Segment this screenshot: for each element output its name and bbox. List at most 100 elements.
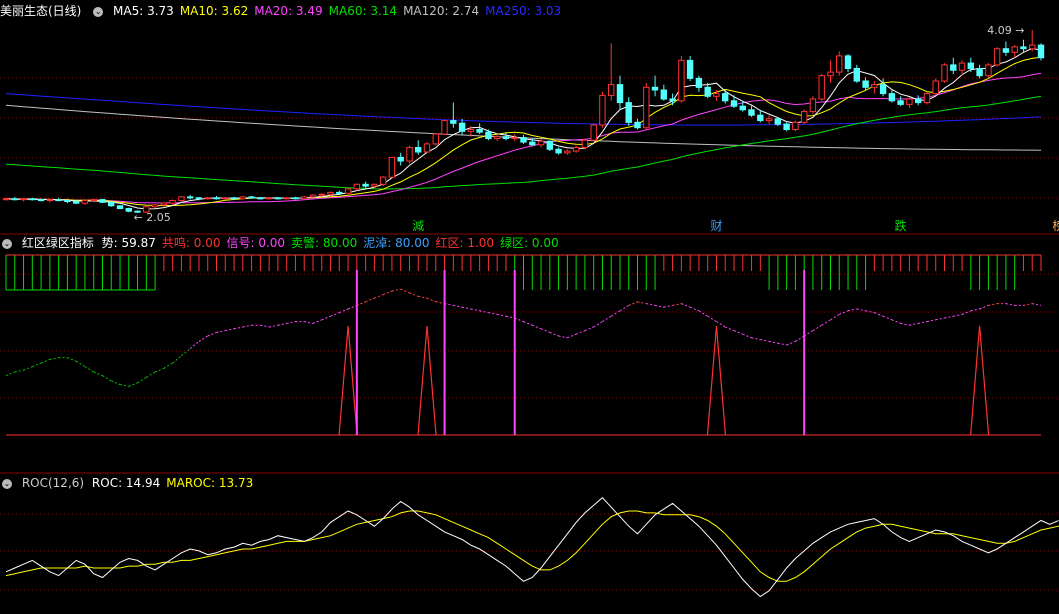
candle-body bbox=[318, 193, 325, 196]
trend-segment bbox=[453, 304, 463, 308]
trend-segment bbox=[207, 331, 217, 337]
trend-segment bbox=[988, 303, 998, 306]
indicator-title[interactable]: 红区绿区指标 bbox=[22, 236, 94, 250]
trend-segment bbox=[681, 303, 691, 308]
trend-segment bbox=[812, 324, 822, 332]
trend-segment bbox=[32, 362, 42, 368]
candle-body bbox=[827, 71, 834, 77]
candle-body bbox=[643, 86, 650, 129]
candle-body bbox=[29, 198, 36, 201]
legend-value: MA20: 3.49 bbox=[254, 4, 323, 18]
legend-value: MA5: 3.73 bbox=[113, 4, 174, 18]
candle-body bbox=[116, 205, 124, 210]
trend-segment bbox=[233, 326, 243, 330]
candle-body bbox=[187, 196, 194, 199]
candle-body bbox=[388, 156, 396, 178]
roc-header: ⌄ ROC(12,6) ROC: 14.94 MAROC: 13.73 bbox=[0, 475, 265, 491]
trend-segment bbox=[584, 326, 594, 332]
candle-body bbox=[169, 200, 176, 204]
candle-body bbox=[195, 197, 203, 200]
settings-toggle-icon[interactable]: ⌄ bbox=[93, 6, 104, 17]
candle-body bbox=[844, 55, 852, 70]
candle-body bbox=[11, 198, 19, 201]
candle-body bbox=[151, 204, 159, 208]
candle-body bbox=[2, 198, 10, 201]
candle-body bbox=[941, 64, 948, 82]
settings-toggle-icon[interactable]: ⌄ bbox=[2, 238, 12, 249]
trend-segment bbox=[137, 376, 147, 384]
stock-title[interactable]: 美丽生态(日线) bbox=[0, 4, 81, 18]
candle-body bbox=[239, 196, 247, 200]
trend-segment bbox=[935, 317, 945, 321]
candle-body bbox=[993, 48, 1001, 66]
candle-body bbox=[458, 122, 466, 132]
candle-body bbox=[494, 136, 501, 139]
candle-body bbox=[344, 188, 352, 194]
trend-segment bbox=[146, 371, 156, 378]
grid-lines bbox=[0, 77, 1059, 591]
trend-segment bbox=[365, 297, 375, 303]
trend-segment bbox=[391, 288, 401, 292]
candle-body bbox=[371, 183, 378, 187]
trend-segment bbox=[356, 301, 366, 306]
candle-body bbox=[888, 93, 896, 102]
trend-segment bbox=[400, 288, 410, 294]
candle-body bbox=[590, 124, 597, 141]
trend-segment bbox=[768, 340, 778, 344]
candle-body bbox=[441, 120, 448, 135]
candle-body bbox=[669, 98, 676, 102]
trend-segment bbox=[102, 375, 112, 382]
candle-body bbox=[546, 140, 553, 150]
candle-body bbox=[46, 199, 53, 202]
trend-segment bbox=[733, 330, 743, 335]
trend-segment bbox=[619, 304, 630, 312]
candle-body bbox=[1037, 44, 1045, 59]
trend-segment bbox=[444, 303, 454, 306]
settings-toggle-icon[interactable]: ⌄ bbox=[2, 478, 12, 489]
candle-body bbox=[1029, 44, 1036, 50]
trend-segment bbox=[497, 313, 507, 317]
trend-segment bbox=[198, 335, 208, 342]
candle-body bbox=[897, 100, 904, 105]
trend-segment bbox=[111, 380, 121, 386]
candle-body bbox=[99, 199, 106, 203]
legend-value: 红区: 1.00 bbox=[435, 236, 495, 250]
trend-segment bbox=[628, 301, 638, 306]
trend-segment bbox=[347, 304, 358, 310]
trend-segment bbox=[751, 337, 761, 341]
legend-value: 信号: 0.00 bbox=[226, 236, 286, 250]
resonance-spike bbox=[706, 325, 727, 436]
roc-title[interactable]: ROC(12,6) bbox=[22, 476, 84, 490]
trend-segment bbox=[426, 297, 436, 303]
trend-segment bbox=[330, 312, 340, 317]
trend-segment bbox=[646, 303, 656, 306]
candle-body bbox=[467, 129, 475, 132]
candle-body bbox=[809, 98, 817, 113]
candle-body bbox=[73, 200, 80, 204]
candle-body bbox=[502, 136, 510, 139]
trend-segment bbox=[84, 366, 94, 373]
candle-body bbox=[362, 183, 369, 187]
candle-body bbox=[976, 68, 983, 77]
trend-segment bbox=[269, 324, 279, 328]
trend-segment bbox=[1023, 303, 1033, 306]
candle-body bbox=[625, 102, 632, 123]
trend-segment bbox=[918, 321, 928, 324]
candle-body bbox=[783, 123, 790, 130]
trend-segment bbox=[970, 308, 980, 312]
candle-body bbox=[695, 77, 703, 88]
trend-segment bbox=[821, 319, 831, 326]
trend-segment bbox=[716, 321, 726, 328]
candle-body bbox=[757, 114, 764, 122]
candle-body bbox=[660, 89, 667, 100]
trend-segment bbox=[286, 321, 296, 324]
legend-value: 共鸣: 0.00 bbox=[161, 236, 221, 250]
candle-body bbox=[871, 84, 878, 88]
legend-value: 势: 59.87 bbox=[101, 236, 156, 250]
trend-segment bbox=[891, 319, 901, 324]
chart-canvas: 4.09 → ← 2.05 減 财 跌 榜 bbox=[0, 24, 1059, 598]
event-marker: 跌 bbox=[895, 218, 907, 233]
candle-body bbox=[309, 194, 317, 198]
candle-body bbox=[801, 111, 808, 123]
trend-segment bbox=[5, 371, 15, 377]
